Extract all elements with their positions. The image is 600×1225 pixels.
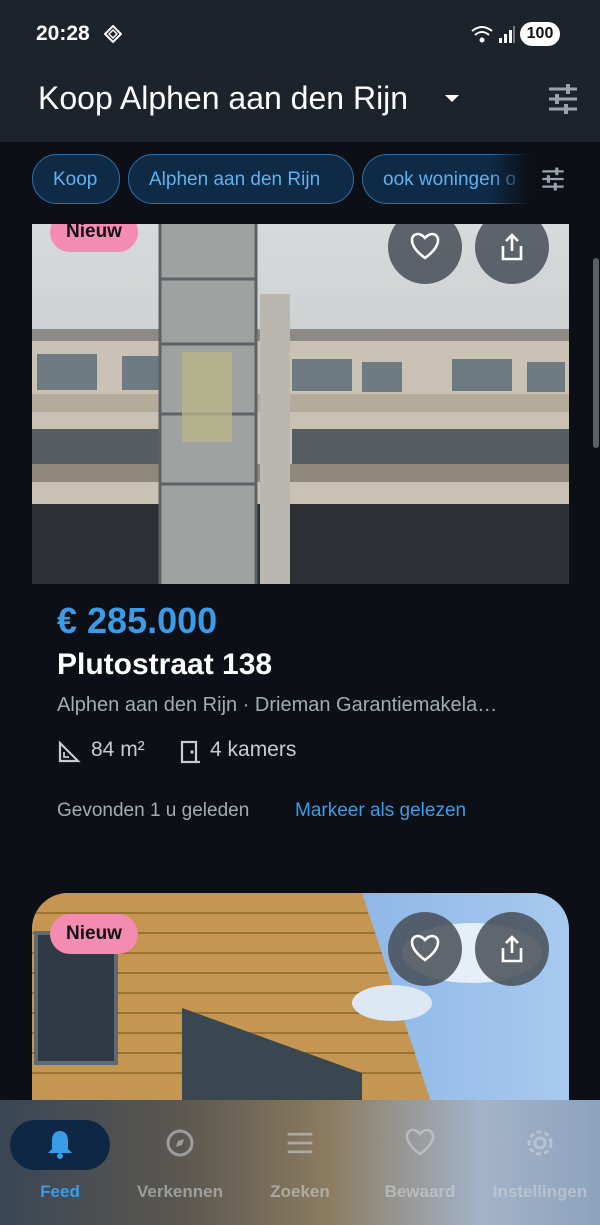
- tune-icon[interactable]: [546, 82, 580, 116]
- building-illustration: [32, 224, 569, 584]
- ruler-icon: [58, 740, 81, 763]
- share-icon: [501, 935, 523, 963]
- found-time: Gevonden 1 u geleden: [57, 800, 250, 821]
- heart-icon: [410, 934, 440, 962]
- listing-price: € 285.000: [57, 600, 218, 641]
- nav-label: Bewaard: [384, 1182, 456, 1201]
- chip-location[interactable]: Alphen aan den Rijn: [128, 154, 354, 204]
- listing-photo[interactable]: Nieuw: [32, 893, 569, 1105]
- nav-saved[interactable]: Bewaard: [360, 1100, 480, 1225]
- nav-label: Feed: [40, 1182, 80, 1201]
- tune-icon: [287, 1132, 313, 1154]
- compass-icon: [166, 1129, 194, 1157]
- listing-area: 84 m²: [91, 738, 145, 761]
- status-bar: 20:28 100: [0, 0, 600, 70]
- bottom-navigation: Feed Verkennen Zoeken Bewaard Instelling…: [0, 1100, 600, 1225]
- nav-explore[interactable]: Verkennen: [120, 1100, 240, 1225]
- bell-icon: [48, 1131, 72, 1159]
- gear-icon: [527, 1130, 553, 1156]
- diamond-grid-icon: [104, 25, 122, 43]
- tune-icon[interactable]: [540, 166, 566, 192]
- listing-subtitle: Alphen aan den Rijn · Drieman Garantiema…: [57, 694, 498, 716]
- nav-settings[interactable]: Instellingen: [480, 1100, 600, 1225]
- share-icon: [501, 233, 523, 261]
- page-title[interactable]: Koop Alphen aan den Rijn: [38, 78, 408, 118]
- heart-icon: [410, 232, 440, 260]
- chip-koop[interactable]: Koop: [32, 154, 120, 204]
- caret-down-icon[interactable]: [443, 92, 461, 104]
- app-bar: Koop Alphen aan den Rijn: [0, 70, 600, 142]
- nav-search[interactable]: Zoeken: [240, 1100, 360, 1225]
- status-time: 20:28: [36, 22, 90, 45]
- mark-as-read-link[interactable]: Markeer als gelezen: [295, 800, 466, 822]
- battery-indicator: 100: [520, 22, 560, 46]
- door-icon: [180, 740, 200, 764]
- nav-label: Zoeken: [270, 1182, 330, 1201]
- new-badge: Nieuw: [50, 914, 138, 954]
- favorite-button[interactable]: [388, 912, 462, 986]
- new-badge: Nieuw: [50, 224, 138, 252]
- listing-address[interactable]: Plutostraat 138: [57, 648, 272, 682]
- nav-label: Verkennen: [137, 1182, 223, 1201]
- filter-chips: Koop Alphen aan den Rijn ook woningen o: [0, 142, 600, 224]
- nav-feed[interactable]: Feed: [0, 1100, 120, 1225]
- listing-photo[interactable]: Nieuw: [32, 224, 569, 584]
- listing-rooms: 4 kamers: [210, 738, 297, 761]
- heart-icon: [405, 1128, 435, 1156]
- wifi-icon: [471, 26, 493, 43]
- signal-icon: [499, 26, 515, 43]
- nav-label: Instellingen: [492, 1182, 588, 1201]
- scrollbar[interactable]: [593, 258, 599, 448]
- share-button[interactable]: [475, 912, 549, 986]
- chip-fade: [490, 154, 530, 206]
